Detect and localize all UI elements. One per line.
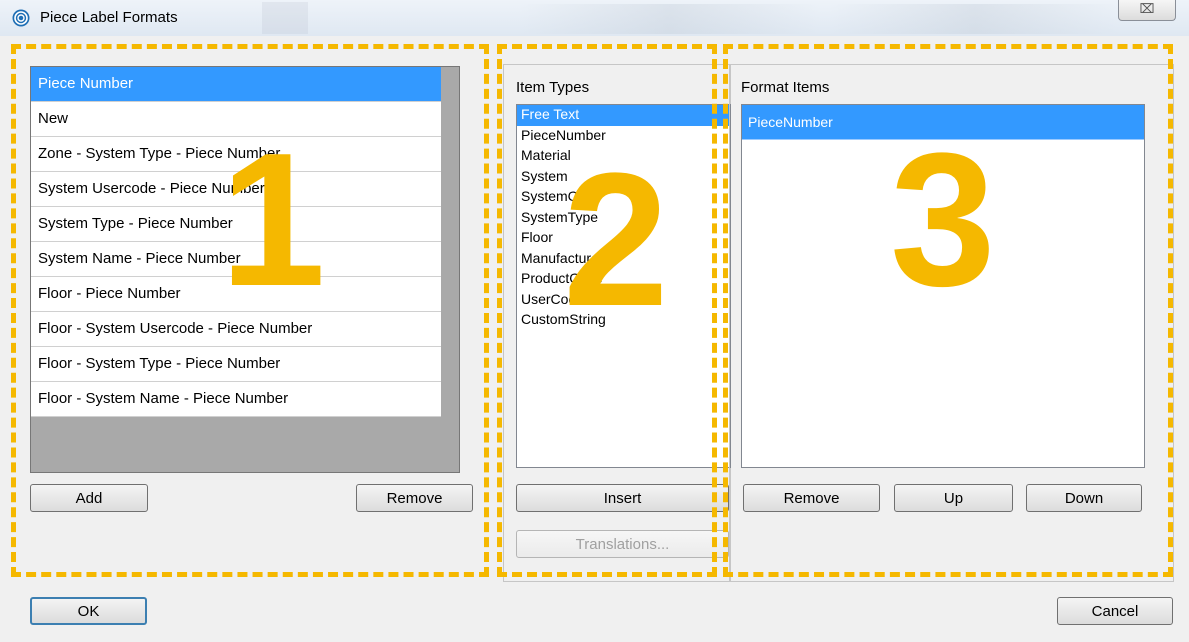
background-blur [830, 4, 1120, 34]
background-blur [520, 4, 820, 34]
app-icon [12, 9, 30, 27]
annotation-number-3: 3 [890, 114, 996, 326]
title-bar: Piece Label Formats ⌧ [0, 0, 1189, 36]
annotation-number-1: 1 [220, 114, 326, 326]
close-icon[interactable]: ⌧ [1118, 0, 1176, 21]
cancel-button[interactable]: Cancel [1057, 597, 1173, 625]
ok-button[interactable]: OK [30, 597, 147, 625]
window-title: Piece Label Formats [40, 9, 178, 26]
annotation-number-2: 2 [563, 134, 669, 346]
background-blur [262, 2, 308, 34]
